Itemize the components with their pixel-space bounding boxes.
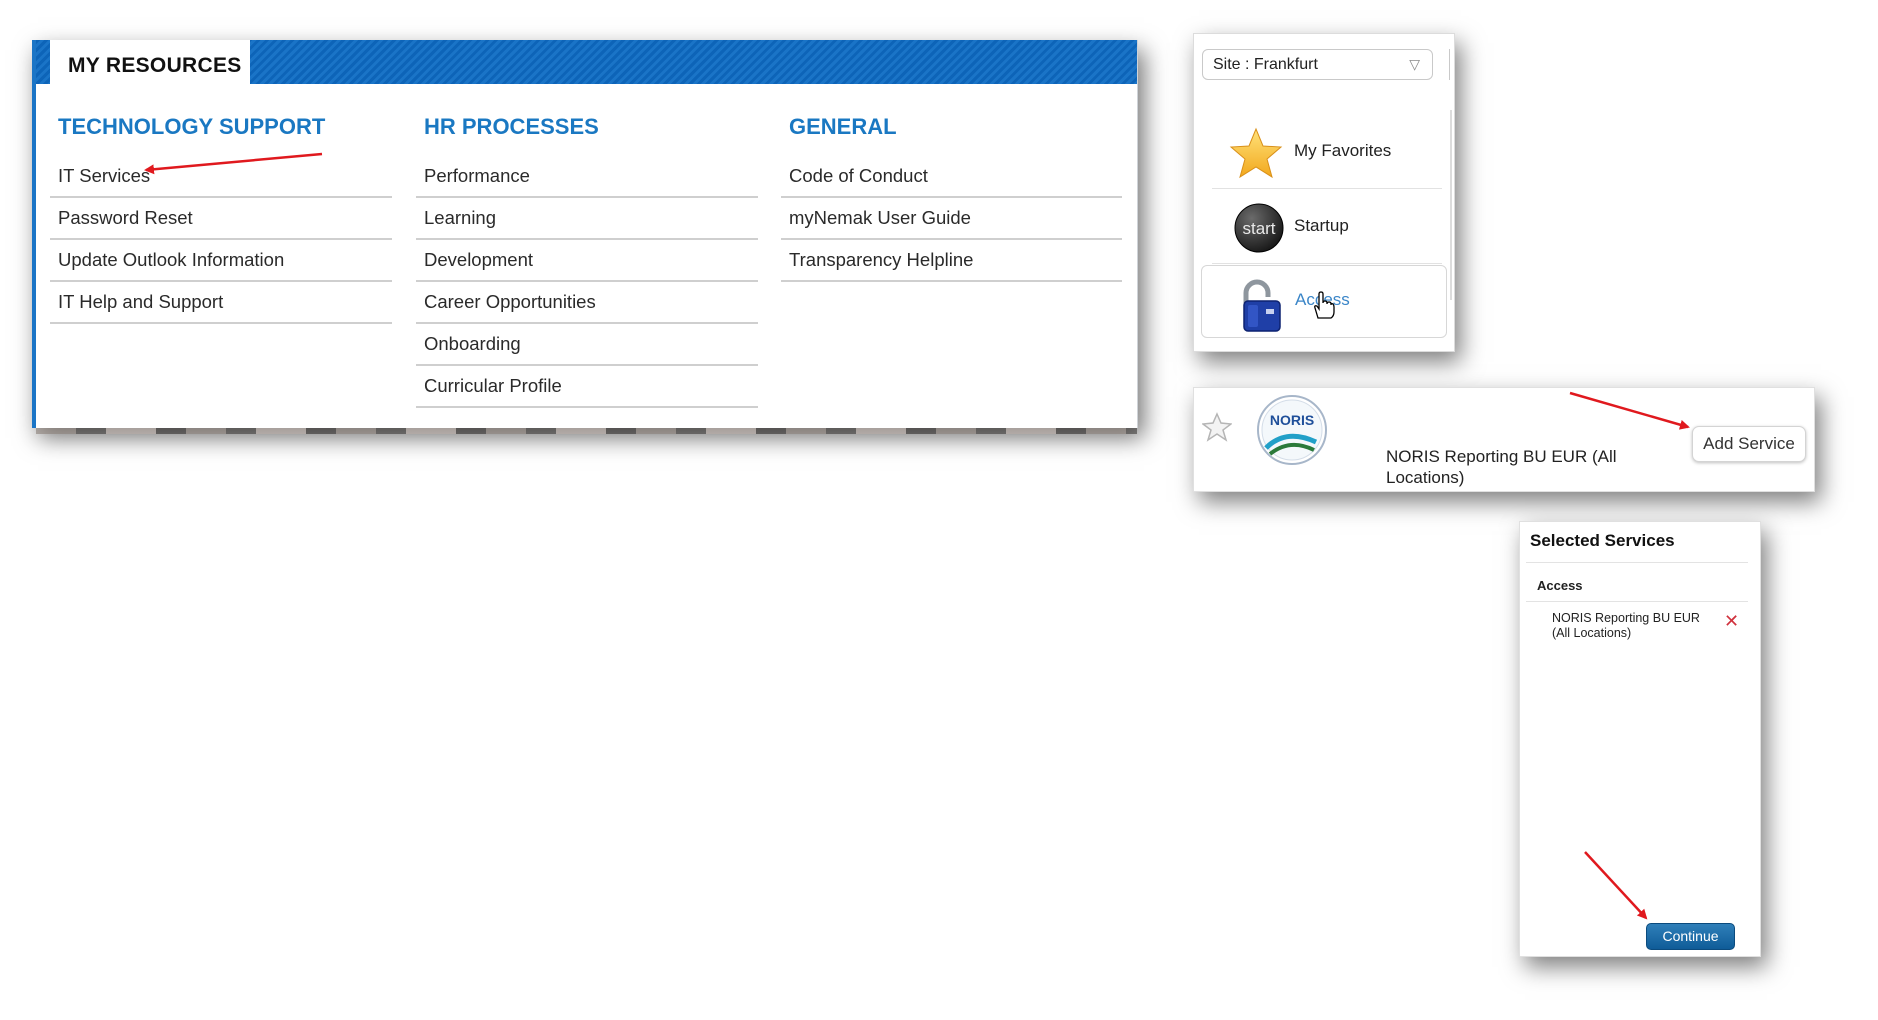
sidebar-item-label: My Favorites xyxy=(1294,141,1392,160)
add-service-button[interactable]: Add Service xyxy=(1692,426,1806,462)
sidebar-item-label: Startup xyxy=(1294,216,1349,235)
hr-processes-heading: HR PROCESSES xyxy=(424,114,599,139)
star-icon xyxy=(1229,127,1283,179)
hand-cursor-icon xyxy=(1314,291,1335,319)
link-update-outlook-information[interactable]: Update Outlook Information xyxy=(50,240,392,282)
sidebar-item-startup[interactable]: start Startup xyxy=(1212,192,1442,264)
service-row: NORIS NORIS Reporting BU EUR (All Locati… xyxy=(1193,387,1815,492)
service-category-sidebar: Site : Frankfurt ▽ My Favorites start St… xyxy=(1193,33,1455,352)
divider xyxy=(1526,601,1748,602)
noris-logo-text: NORIS xyxy=(1270,412,1314,428)
technology-support-heading: TECHNOLOGY SUPPORT xyxy=(58,114,326,139)
hr-processes-column: HR PROCESSES Performance Learning Develo… xyxy=(416,114,758,408)
chevron-down-icon[interactable]: ▽ xyxy=(1409,50,1420,79)
technology-support-column: TECHNOLOGY SUPPORT IT Services Password … xyxy=(50,114,392,324)
link-transparency-helpline[interactable]: Transparency Helpline xyxy=(781,240,1122,282)
my-resources-panel: MY RESOURCES TECHNOLOGY SUPPORT IT Servi… xyxy=(32,40,1138,434)
selected-services-title: Selected Services xyxy=(1530,531,1675,550)
link-it-help-and-support[interactable]: IT Help and Support xyxy=(50,282,392,324)
selected-section-access: Access xyxy=(1537,578,1583,593)
link-career-opportunities[interactable]: Career Opportunities xyxy=(416,282,758,324)
selected-service-item: NORIS Reporting BU EUR (All Locations) xyxy=(1552,611,1700,640)
start-icon: start xyxy=(1234,203,1284,253)
divider xyxy=(1526,562,1748,563)
favorite-star-icon[interactable] xyxy=(1202,412,1232,442)
site-select-value: Site : Frankfurt xyxy=(1213,56,1318,73)
link-development[interactable]: Development xyxy=(416,240,758,282)
continue-button[interactable]: Continue xyxy=(1646,923,1735,950)
link-onboarding[interactable]: Onboarding xyxy=(416,324,758,366)
link-mynemak-user-guide[interactable]: myNemak User Guide xyxy=(781,198,1122,240)
link-performance[interactable]: Performance xyxy=(416,156,758,198)
site-select[interactable]: Site : Frankfurt ▽ xyxy=(1202,49,1433,80)
remove-icon[interactable]: ✕ xyxy=(1724,612,1739,630)
svg-text:start: start xyxy=(1242,219,1275,238)
my-resources-tab[interactable]: MY RESOURCES xyxy=(50,40,250,90)
general-heading: GENERAL xyxy=(789,114,897,139)
link-it-services[interactable]: IT Services xyxy=(50,156,392,198)
link-code-of-conduct[interactable]: Code of Conduct xyxy=(781,156,1122,198)
general-column: GENERAL Code of Conduct myNemak User Gui… xyxy=(781,114,1122,282)
background-image-strip xyxy=(36,428,1137,434)
selected-services-panel: Selected Services Access NORIS Reporting… xyxy=(1519,521,1761,957)
select-edge xyxy=(1449,49,1454,80)
sidebar-item-access[interactable]: Access xyxy=(1201,265,1447,338)
link-learning[interactable]: Learning xyxy=(416,198,758,240)
padlock-icon xyxy=(1243,279,1281,332)
sidebar-item-my-favorites[interactable]: My Favorites xyxy=(1212,117,1442,189)
service-name: NORIS Reporting BU EUR (All Locations) xyxy=(1386,447,1617,487)
link-curricular-profile[interactable]: Curricular Profile xyxy=(416,366,758,408)
noris-logo-icon: NORIS xyxy=(1257,395,1327,465)
link-password-reset[interactable]: Password Reset xyxy=(50,198,392,240)
sidebar-scrollbar[interactable] xyxy=(1450,110,1452,300)
